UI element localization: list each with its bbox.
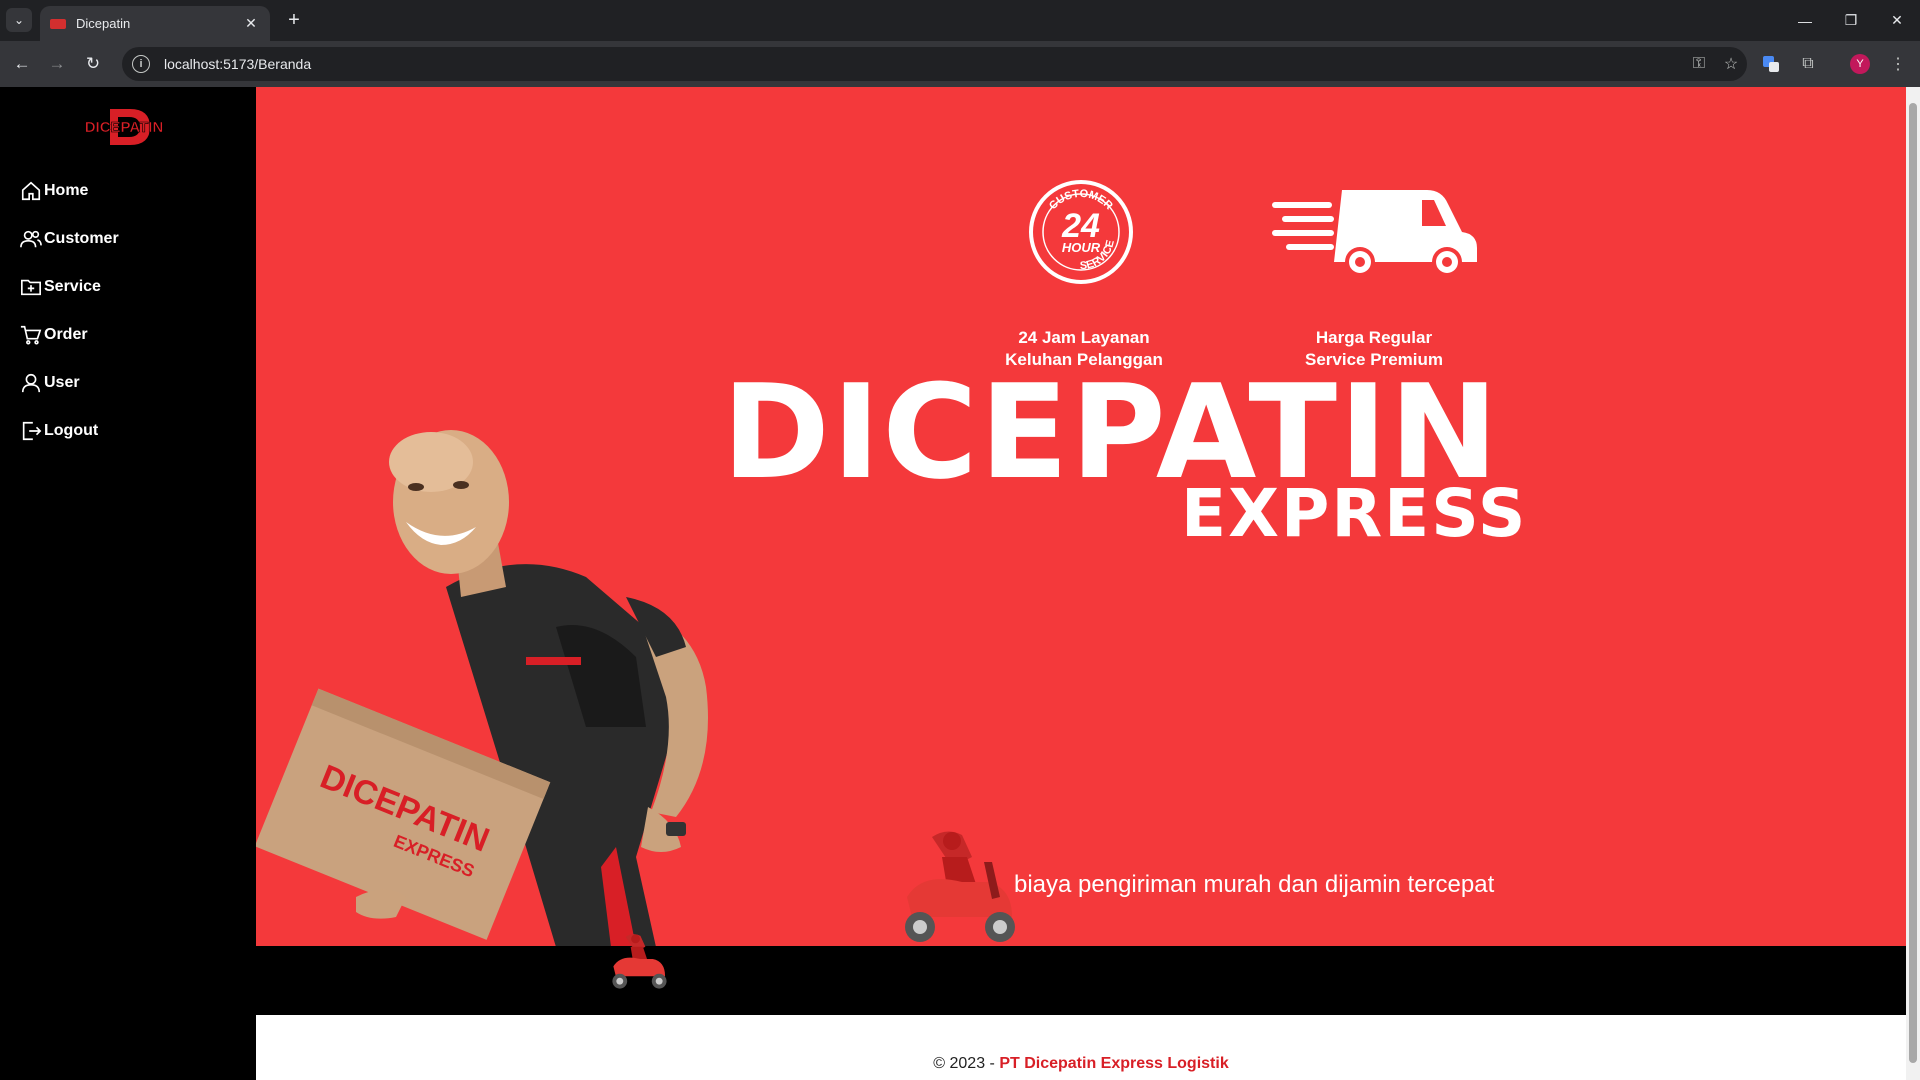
tab-search-icon[interactable]: ⌄ — [6, 8, 32, 32]
profile-avatar[interactable]: Y — [1850, 54, 1870, 74]
brand-text: DICEPATIN — [85, 119, 164, 136]
bookmark-star-icon[interactable]: ☆ — [1715, 54, 1747, 74]
vertical-scrollbar[interactable] — [1906, 87, 1920, 1080]
badge-hour: HOUR — [1062, 240, 1101, 255]
black-strip — [256, 946, 1906, 1015]
user-icon — [21, 373, 41, 393]
customer-service-24-badge: CUSTOMER SERVICE 24 HOUR — [1029, 180, 1133, 284]
sidebar-nav: Home Customer Service Order User Logout — [20, 167, 119, 455]
browser-tabbar: ⌄ Dicepatin ✕ + — ❐ ✕ — [0, 0, 1920, 41]
sidebar-item-label: Logout — [44, 422, 99, 439]
close-window-icon[interactable]: ✕ — [1874, 0, 1920, 41]
courier-illustration: DICEPATIN EXPRESS — [256, 430, 708, 946]
hero-tagline: biaya pengiriman murah dan dijamin terce… — [1014, 871, 1495, 898]
feature-line: Harga Regular — [1315, 328, 1433, 347]
hero-subtitle: EXPRESS — [1181, 475, 1528, 552]
close-tab-icon[interactable]: ✕ — [242, 15, 260, 32]
sidebar-item-label: Customer — [44, 230, 119, 247]
window-controls: — ❐ ✕ — [1782, 0, 1920, 41]
main-content: CUSTOMER SERVICE 24 HOUR 24 Jam Layanan … — [256, 87, 1906, 1080]
hero-banner: CUSTOMER SERVICE 24 HOUR 24 Jam Layanan … — [256, 87, 1906, 946]
menu-kebab-icon[interactable]: ⋮ — [1887, 53, 1909, 75]
sidebar-item-customer[interactable]: Customer — [20, 215, 119, 263]
restore-icon[interactable]: ❐ — [1828, 0, 1874, 41]
forward-icon[interactable]: → — [45, 52, 69, 76]
scrollbar-thumb[interactable] — [1909, 103, 1917, 1063]
sidebar-item-label: User — [44, 374, 80, 391]
small-scooter-icon — [612, 934, 667, 989]
reload-icon[interactable]: ↻ — [81, 52, 105, 76]
cart-icon — [20, 325, 42, 345]
feature-line: 24 Jam Layanan — [1018, 328, 1150, 347]
url-text[interactable]: localhost:5173/Beranda — [164, 56, 1683, 72]
sidebar-item-label: Order — [44, 326, 88, 343]
sidebar-item-label: Home — [44, 182, 89, 199]
footer-prefix: © 2023 - — [933, 1055, 1000, 1072]
footer: © 2023 - PT Dicepatin Express Logistik — [256, 1015, 1906, 1080]
site-info-icon[interactable]: i — [132, 55, 150, 73]
translate-extension-icon[interactable] — [1760, 53, 1782, 75]
address-bar[interactable]: i localhost:5173/Beranda ⚿ ☆ — [122, 47, 1747, 81]
users-icon — [20, 230, 42, 248]
sidebar-item-label: Service — [44, 278, 101, 295]
sidebar: DICEPATIN Home Customer Service Order Us… — [0, 87, 256, 1080]
sidebar-item-home[interactable]: Home — [20, 167, 119, 215]
back-icon[interactable]: ← — [10, 52, 34, 76]
new-tab-icon[interactable]: + — [282, 9, 306, 32]
browser-toolbar: ← → ↻ i localhost:5173/Beranda ⚿ ☆ ⧉ Y ⋮ — [0, 41, 1920, 87]
password-key-icon[interactable]: ⚿ — [1683, 55, 1715, 73]
logout-icon — [22, 421, 42, 441]
extensions-puzzle-icon[interactable]: ⧉ — [1797, 53, 1819, 75]
delivery-truck-icon — [1272, 190, 1477, 277]
browser-tab[interactable]: Dicepatin ✕ — [40, 6, 270, 41]
favicon-icon — [50, 18, 66, 29]
sidebar-item-user[interactable]: User — [20, 359, 119, 407]
footer-copyright: © 2023 - PT Dicepatin Express Logistik — [256, 1055, 1906, 1073]
tab-title: Dicepatin — [76, 16, 131, 31]
footer-company-link[interactable]: PT Dicepatin Express Logistik — [999, 1055, 1228, 1072]
brand-logo[interactable]: DICEPATIN — [74, 107, 174, 147]
sidebar-item-order[interactable]: Order — [20, 311, 119, 359]
sidebar-item-service[interactable]: Service — [20, 263, 119, 311]
folder-plus-icon — [21, 279, 41, 296]
scooter-rider-icon — [905, 831, 1015, 942]
sidebar-item-logout[interactable]: Logout — [20, 407, 119, 455]
minimize-icon[interactable]: — — [1782, 0, 1828, 41]
home-icon — [21, 181, 41, 201]
